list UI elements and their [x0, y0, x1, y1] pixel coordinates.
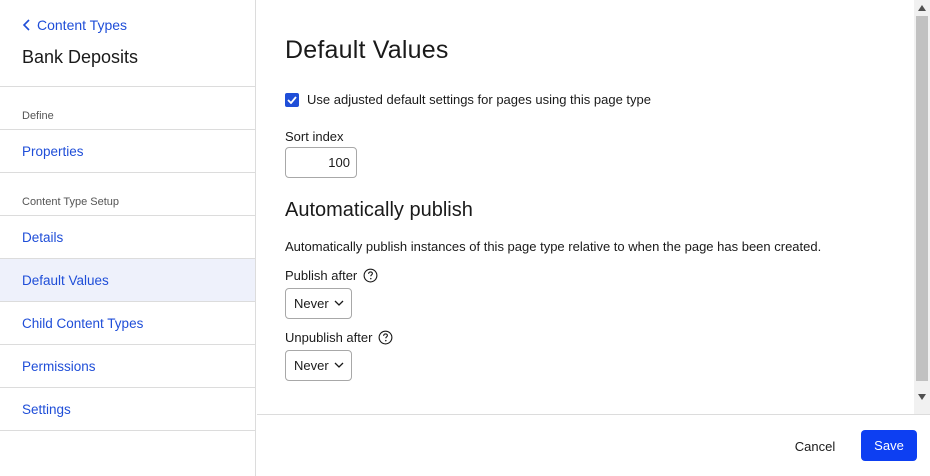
- help-icon[interactable]: [363, 268, 378, 283]
- sidebar-group-content-type-setup: Content Type Setup: [0, 173, 255, 216]
- chevron-down-icon: [334, 300, 344, 306]
- auto-publish-description: Automatically publish instances of this …: [285, 239, 822, 254]
- sidebar-item-child-content-types[interactable]: Child Content Types: [0, 302, 255, 345]
- cancel-button[interactable]: Cancel: [777, 431, 853, 461]
- unpublish-after-select[interactable]: Never: [285, 350, 352, 381]
- sort-index-input[interactable]: [285, 147, 357, 178]
- sidebar-item-permissions[interactable]: Permissions: [0, 345, 255, 388]
- unpublish-after-value: Never: [294, 358, 329, 373]
- sidebar-header: Content Types Bank Deposits: [0, 0, 255, 87]
- sort-index-label: Sort index: [285, 129, 344, 144]
- checkmark-icon: [287, 95, 297, 104]
- sidebar: Content Types Bank Deposits Define Prope…: [0, 0, 256, 476]
- scroll-up-arrow-icon[interactable]: [918, 5, 926, 11]
- use-defaults-row: Use adjusted default settings for pages …: [285, 92, 651, 107]
- sidebar-item-details[interactable]: Details: [0, 216, 255, 259]
- save-button[interactable]: Save: [861, 430, 917, 461]
- use-defaults-label: Use adjusted default settings for pages …: [307, 92, 651, 107]
- publish-after-label: Publish after: [285, 268, 358, 283]
- chevron-left-icon: [22, 19, 30, 31]
- unpublish-after-label: Unpublish after: [285, 330, 373, 345]
- publish-after-value: Never: [294, 296, 329, 311]
- chevron-down-icon: [334, 362, 344, 368]
- unpublish-after-label-row: Unpublish after: [285, 330, 393, 345]
- publish-after-label-row: Publish after: [285, 268, 378, 283]
- page-title: Default Values: [285, 36, 449, 64]
- scroll-down-arrow-icon[interactable]: [918, 394, 926, 400]
- back-link-label: Content Types: [37, 17, 128, 33]
- dialog-footer: Cancel Save: [257, 414, 930, 476]
- main-content: Default Values Use adjusted default sett…: [257, 0, 914, 414]
- use-defaults-checkbox[interactable]: [285, 92, 299, 107]
- help-icon[interactable]: [378, 330, 393, 345]
- sidebar-item-default-values[interactable]: Default Values: [0, 259, 255, 302]
- auto-publish-section-title: Automatically publish: [285, 199, 473, 221]
- scrollbar-thumb[interactable]: [916, 16, 928, 381]
- publish-after-select[interactable]: Never: [285, 288, 352, 319]
- sidebar-item-settings[interactable]: Settings: [0, 388, 255, 431]
- vertical-scrollbar[interactable]: [914, 0, 930, 414]
- sidebar-item-properties[interactable]: Properties: [0, 130, 255, 173]
- sidebar-group-define: Define: [0, 87, 255, 130]
- content-type-title: Bank Deposits: [22, 47, 139, 67]
- back-to-content-types-link[interactable]: Content Types: [22, 16, 233, 34]
